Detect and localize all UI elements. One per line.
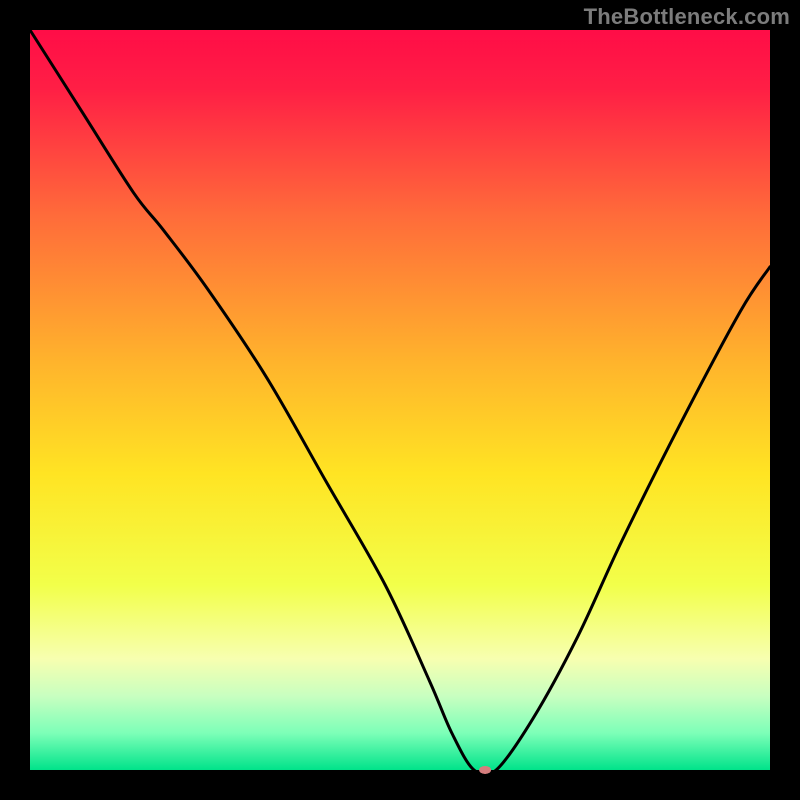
chart-svg	[0, 0, 800, 800]
watermark-text: TheBottleneck.com	[584, 4, 790, 30]
chart-container: TheBottleneck.com	[0, 0, 800, 800]
optimal-marker	[479, 766, 491, 774]
plot-area	[30, 30, 770, 770]
